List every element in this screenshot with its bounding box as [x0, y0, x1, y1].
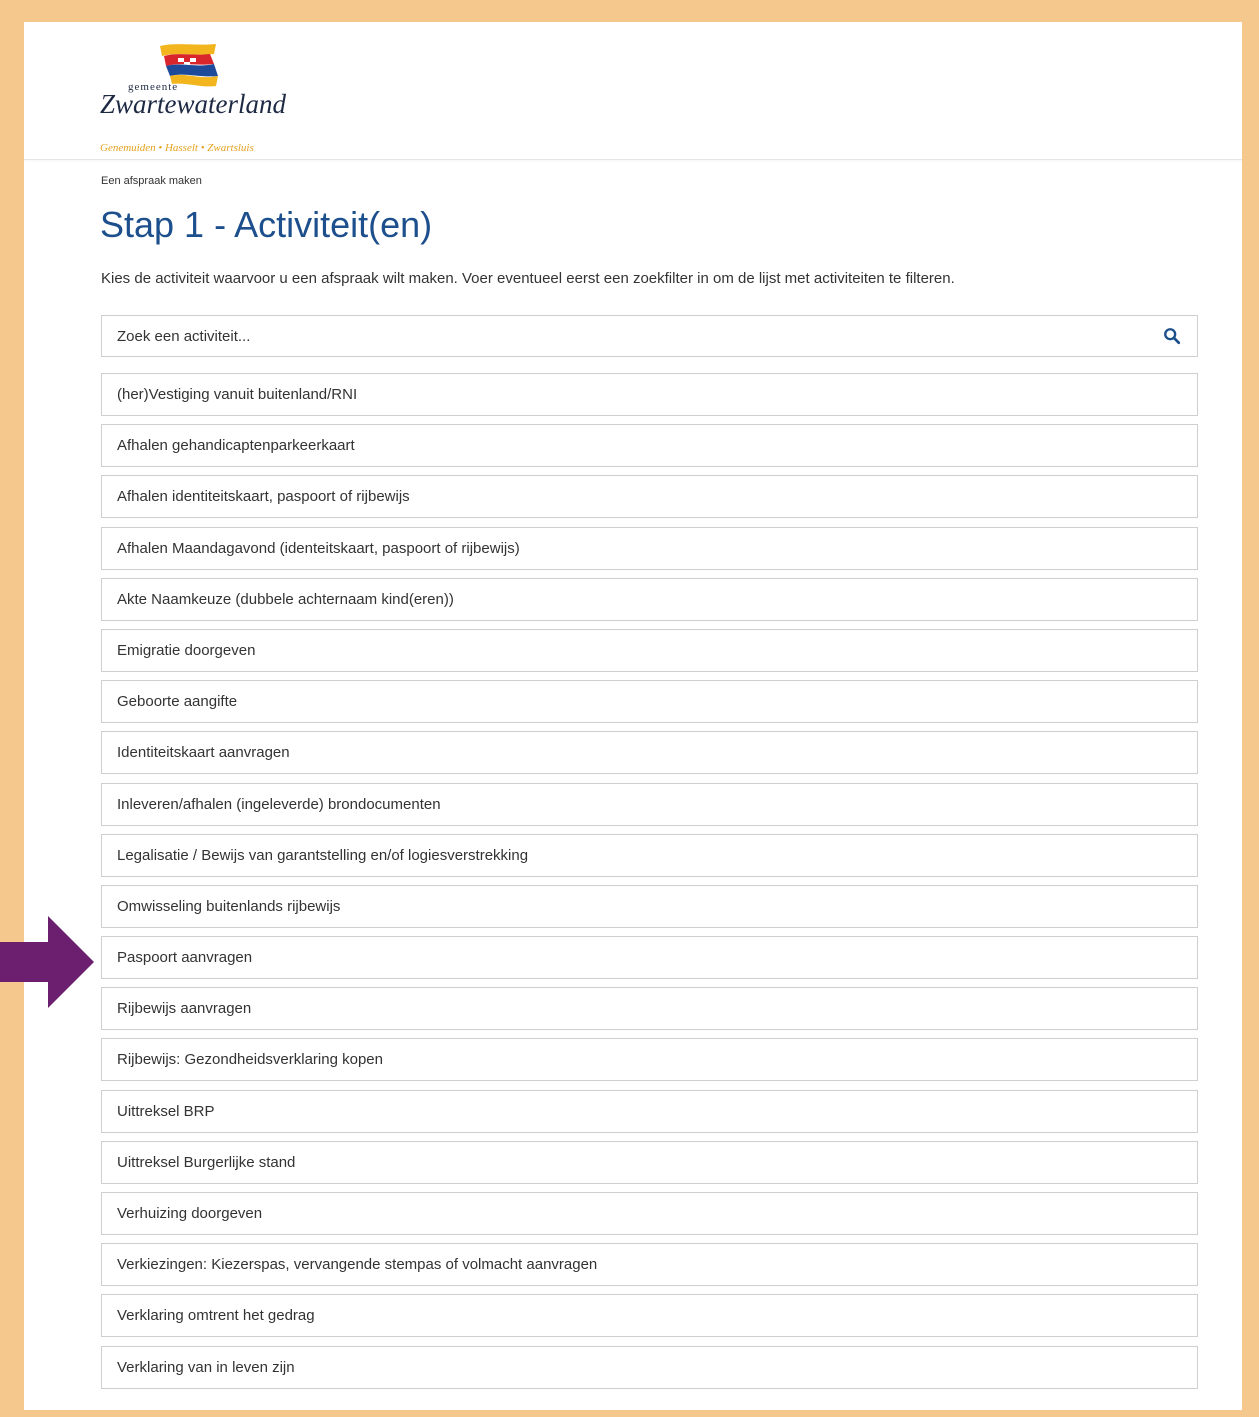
search-input[interactable] — [102, 316, 1182, 356]
intro-text: Kies de activiteit waarvoor u een afspra… — [101, 270, 955, 287]
activity-list-item[interactable]: Verklaring omtrent het gedrag — [101, 1294, 1198, 1338]
site-header: gemeente Zwartewaterland Genemuiden • Ha… — [24, 22, 1242, 160]
activity-list-item[interactable]: Afhalen Maandagavond (identeitskaart, pa… — [101, 526, 1198, 570]
activity-list-item[interactable]: Omwisseling buitenlands rijbewijs — [101, 884, 1198, 928]
arrow-pointer-icon — [0, 916, 94, 1008]
activity-list-item[interactable]: Verkiezingen: Kiezerspas, vervangende st… — [101, 1243, 1198, 1287]
page-title: Stap 1 - Activiteit(en) — [100, 204, 433, 245]
activity-list-item[interactable]: Rijbewijs aanvragen — [101, 987, 1198, 1031]
activity-list-item[interactable]: Verhuizing doorgeven — [101, 1192, 1198, 1235]
activity-list: (her)Vestiging vanuit buitenland/RNI Afha… — [101, 373, 1198, 1397]
activity-list-item[interactable]: (her)Vestiging vanuit buitenland/RNI — [101, 373, 1198, 416]
activity-list-item[interactable]: Emigratie doorgeven — [101, 628, 1198, 672]
logo-places-text: Genemuiden • Hasselt • Zwartsluis — [100, 142, 254, 154]
search-icon[interactable] — [1163, 327, 1181, 345]
breadcrumb[interactable]: Een afspraak maken — [101, 175, 202, 187]
activity-list-item[interactable]: Uittreksel Burgerlijke stand — [101, 1140, 1198, 1184]
activity-list-item[interactable]: Akte Naamkeuze (dubbele achternaam kind(… — [101, 577, 1198, 621]
activity-list-item[interactable]: Identiteitskaart aanvragen — [101, 731, 1198, 775]
site-logo[interactable]: gemeente Zwartewaterland Genemuiden • Ha… — [100, 42, 300, 154]
activity-list-item[interactable]: Legalisatie / Bewijs van garantstelling … — [101, 833, 1198, 877]
activity-list-item[interactable]: Inleveren/afhalen (ingeleverde) brondocu… — [101, 782, 1198, 826]
activity-list-item[interactable]: Verklaring van in leven zijn — [101, 1345, 1198, 1389]
activity-list-item[interactable]: Geboorte aangifte — [101, 680, 1198, 724]
search-box — [101, 315, 1198, 357]
activity-list-item[interactable]: Afhalen identiteitskaart, paspoort of ri… — [101, 475, 1198, 519]
page-container: gemeente Zwartewaterland Genemuiden • Ha… — [24, 22, 1242, 1410]
activity-list-item[interactable]: Uittreksel BRP — [101, 1089, 1198, 1133]
logo-name-text: Zwartewaterland — [100, 89, 287, 119]
activity-list-item[interactable]: Rijbewijs: Gezondheidsverklaring kopen — [101, 1038, 1198, 1082]
activity-list-item[interactable]: Paspoort aanvragen — [101, 936, 1198, 980]
activity-list-item[interactable]: Afhalen gehandicaptenparkeerkaart — [101, 424, 1198, 468]
